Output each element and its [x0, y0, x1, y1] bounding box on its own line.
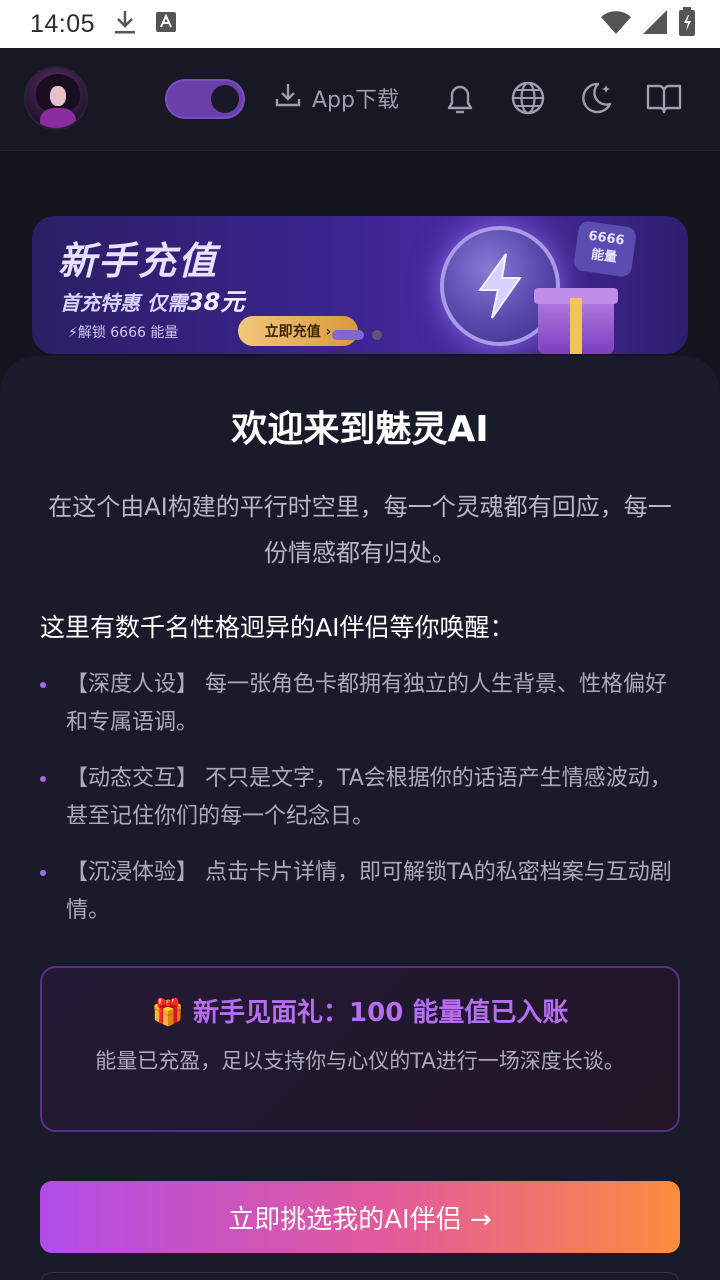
- energy-tag: 6666 能量: [572, 220, 638, 278]
- app-download-label: App下载: [312, 88, 399, 113]
- gift-title: 🎁 新手见面礼：100 能量值已入账: [151, 998, 569, 1028]
- list-item: 【动态交互】 不只是文字，TA会根据你的话语产生情感波动，甚至记住你们的每一个纪…: [40, 760, 680, 836]
- carousel-indicator: [332, 330, 382, 340]
- newbie-gift-card: 🎁 新手见面礼：100 能量值已入账 能量已充盈，足以支持你与心仪的TA进行一场…: [40, 966, 680, 1132]
- feature-list: 【深度人设】 每一张角色卡都拥有独立的人生背景、性格偏好和专属语调。 【动态交互…: [40, 666, 680, 948]
- secondary-button-edge[interactable]: [40, 1272, 680, 1280]
- status-bar: 14:05: [0, 0, 720, 48]
- choose-companion-button[interactable]: 立即挑选我的AI伴侣 →: [40, 1181, 680, 1253]
- gift-box-icon: [534, 288, 618, 354]
- theme-toggle[interactable]: [165, 79, 245, 119]
- modal-intro: 在这个由AI构建的平行时空里，每一个灵魂都有回应，每一份情感都有归处。: [48, 493, 672, 567]
- download-icon: [274, 81, 302, 115]
- banner-unlock-text: ⚡解锁 6666 能量: [68, 325, 179, 341]
- welcome-modal: 欢迎来到魅灵AI 在这个由AI构建的平行时空里，每一个灵魂都有回应，每一份情感都…: [0, 356, 720, 1280]
- carousel-dot-active[interactable]: [332, 330, 364, 340]
- app-download-button[interactable]: App下载: [274, 78, 399, 118]
- bell-icon[interactable]: [440, 78, 480, 118]
- gift-text: 能量已充盈，足以支持你与心仪的TA进行一场深度长谈。: [95, 1049, 625, 1073]
- moon-icon[interactable]: [576, 78, 616, 118]
- status-time: 14:05: [30, 9, 96, 38]
- modal-subheading: 这里有数千名性格迥异的AI伴侣等你唤醒：: [40, 613, 515, 642]
- toggle-knob: [211, 85, 239, 113]
- carousel-dot[interactable]: [372, 330, 382, 340]
- list-item: 【深度人设】 每一张角色卡都拥有独立的人生背景、性格偏好和专属语调。: [40, 666, 680, 742]
- battery-icon: [678, 7, 696, 41]
- download-icon: [113, 8, 137, 40]
- modal-title: 欢迎来到魅灵AI: [231, 409, 489, 450]
- book-icon[interactable]: [644, 78, 684, 118]
- avatar[interactable]: [24, 66, 88, 130]
- globe-icon[interactable]: [508, 78, 548, 118]
- banner-subtitle: 首充特惠 仅需38元: [60, 288, 245, 316]
- font-icon: [155, 11, 177, 37]
- wifi-icon: [600, 9, 632, 39]
- signal-icon: [642, 9, 668, 39]
- list-item: 【沉浸体验】 点击卡片详情，即可解锁TA的私密档案与互动剧情。: [40, 854, 680, 930]
- app-header: App下载: [0, 48, 720, 151]
- banner-title: 新手充值: [58, 239, 219, 283]
